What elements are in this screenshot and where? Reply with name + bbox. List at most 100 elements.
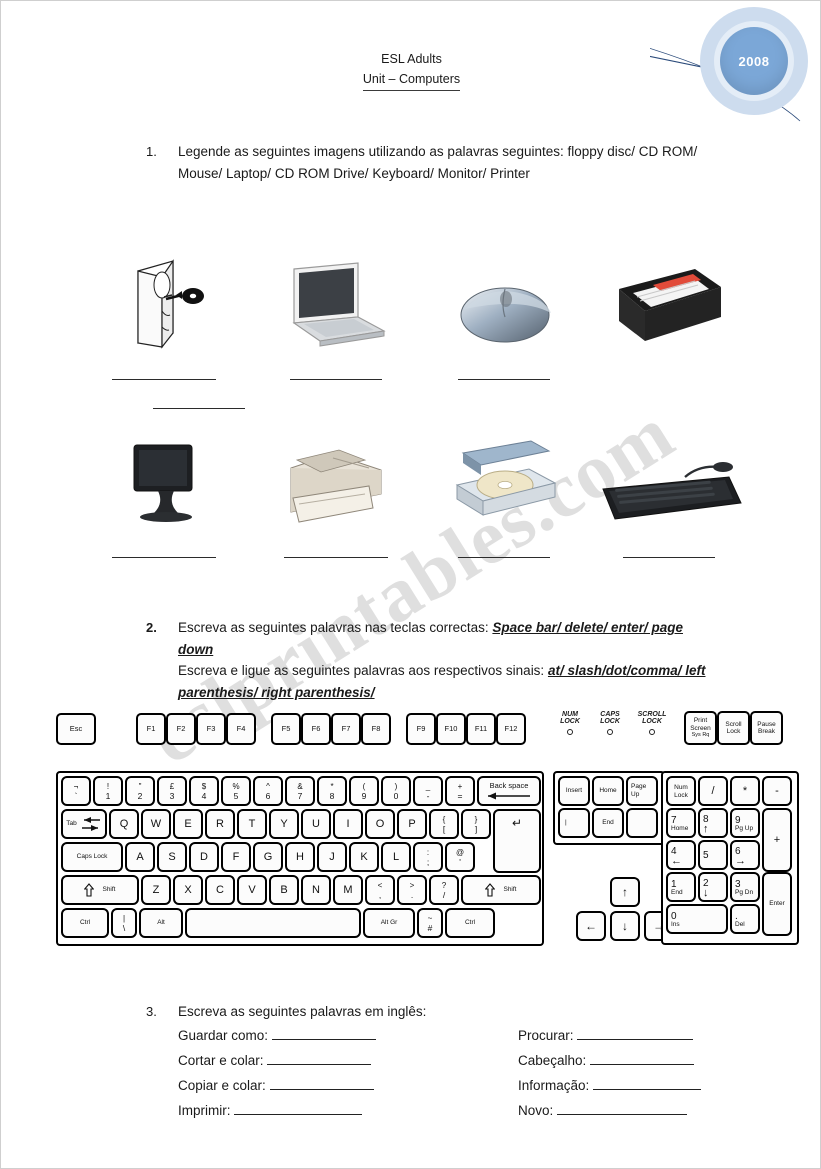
key-v[interactable]: V	[237, 875, 267, 905]
answer-blank[interactable]	[577, 1027, 694, 1040]
key-i[interactable]: I	[333, 809, 363, 839]
key-t[interactable]: T	[237, 809, 267, 839]
key-0[interactable]: ) 0	[381, 776, 411, 806]
key-r[interactable]: R	[205, 809, 235, 839]
key-b[interactable]: B	[269, 875, 299, 905]
key-f4[interactable]: F4	[226, 713, 256, 745]
key-alt-gr[interactable]: Alt Gr	[363, 908, 415, 938]
answer-line[interactable]	[622, 546, 715, 558]
key-comma[interactable]: < ,	[365, 875, 395, 905]
key-home[interactable]: Home	[592, 776, 624, 806]
answer-line[interactable]	[457, 368, 550, 380]
key-k[interactable]: K	[349, 842, 379, 872]
key-o[interactable]: O	[365, 809, 395, 839]
key-f10[interactable]: F10	[436, 713, 466, 745]
key-c[interactable]: C	[205, 875, 235, 905]
key-numpad-5[interactable]: 5	[698, 840, 728, 870]
key-equals[interactable]: + =	[445, 776, 475, 806]
key-6[interactable]: ^ 6	[253, 776, 283, 806]
key-shift-left[interactable]: Shift	[61, 875, 139, 905]
key-hash[interactable]: ~ #	[417, 908, 443, 938]
key-numpad-plus[interactable]: +	[762, 808, 792, 872]
key-f5[interactable]: F5	[271, 713, 301, 745]
key-ctrl-left[interactable]: Ctrl	[61, 908, 109, 938]
key-backtick[interactable]: ¬ `	[61, 776, 91, 806]
key-esc[interactable]: Esc	[56, 713, 96, 745]
answer-blank[interactable]	[271, 1027, 376, 1040]
key-numpad-decimal[interactable]: . Del	[730, 904, 760, 934]
key-d[interactable]: D	[189, 842, 219, 872]
key-x[interactable]: X	[173, 875, 203, 905]
key-page-up[interactable]: Page Up	[626, 776, 658, 806]
key-h[interactable]: H	[285, 842, 315, 872]
key-numpad-2[interactable]: 2 ↓	[698, 872, 728, 902]
key-j[interactable]: J	[317, 842, 347, 872]
answer-blank[interactable]	[234, 1102, 363, 1115]
answer-line[interactable]	[152, 397, 245, 409]
key-semicolon[interactable]: : ;	[413, 842, 443, 872]
key-5[interactable]: % 5	[221, 776, 251, 806]
key-numpad-enter[interactable]: Enter	[762, 872, 792, 936]
key-n[interactable]: N	[301, 875, 331, 905]
key-insert[interactable]: Insert	[558, 776, 590, 806]
answer-blank[interactable]	[269, 1077, 374, 1090]
answer-line[interactable]	[289, 368, 382, 380]
key-pause-break[interactable]: Pause Break	[750, 711, 783, 745]
key-ctrl-right[interactable]: Ctrl	[445, 908, 495, 938]
key-f6[interactable]: F6	[301, 713, 331, 745]
key-q[interactable]: Q	[109, 809, 139, 839]
answer-blank[interactable]	[557, 1102, 688, 1115]
key-f8[interactable]: F8	[361, 713, 391, 745]
key-period[interactable]: > .	[397, 875, 427, 905]
key-y[interactable]: Y	[269, 809, 299, 839]
key-arrow-up[interactable]: ↑	[610, 877, 640, 907]
answer-line[interactable]	[283, 546, 388, 558]
key-numpad-6[interactable]: 6 →	[730, 840, 760, 870]
key-numpad-7[interactable]: 7 Home	[666, 808, 696, 838]
key-2[interactable]: " 2	[125, 776, 155, 806]
key-arrow-down[interactable]: ↓	[610, 911, 640, 941]
answer-line[interactable]	[111, 546, 216, 558]
key-alt-left[interactable]: Alt	[139, 908, 183, 938]
key-minus[interactable]: _ -	[413, 776, 443, 806]
key-print-screen[interactable]: Print Screen Sys Rq	[684, 711, 717, 745]
key-f1[interactable]: F1	[136, 713, 166, 745]
key-4[interactable]: $ 4	[189, 776, 219, 806]
answer-blank[interactable]	[590, 1052, 695, 1065]
key-numpad-divide[interactable]: /	[698, 776, 728, 806]
key-9[interactable]: ( 9	[349, 776, 379, 806]
key-numpad-4[interactable]: 4 ←	[666, 840, 696, 870]
key-a[interactable]: A	[125, 842, 155, 872]
key-f[interactable]: F	[221, 842, 251, 872]
answer-line[interactable]	[457, 546, 550, 558]
key-numpad-minus[interactable]: -	[762, 776, 792, 806]
key-numpad-8[interactable]: 8 ↑	[698, 808, 728, 838]
key-f11[interactable]: F11	[466, 713, 496, 745]
key-f2[interactable]: F2	[166, 713, 196, 745]
key-w[interactable]: W	[141, 809, 171, 839]
key-u[interactable]: U	[301, 809, 331, 839]
key-arrow-left[interactable]: ←	[576, 911, 606, 941]
key-backspace[interactable]: Back space	[477, 776, 541, 806]
key-numpad-9[interactable]: 9 Pg Up	[730, 808, 760, 838]
key-3[interactable]: £ 3	[157, 776, 187, 806]
key-slash[interactable]: ? /	[429, 875, 459, 905]
key-8[interactable]: * 8	[317, 776, 347, 806]
answer-line[interactable]	[111, 368, 216, 380]
key-z[interactable]: Z	[141, 875, 171, 905]
key-numpad-0[interactable]: 0 Ins	[666, 904, 728, 934]
key-numpad-multiply[interactable]: *	[730, 776, 760, 806]
key-delete[interactable]: |	[558, 808, 590, 838]
key-7[interactable]: & 7	[285, 776, 315, 806]
key-bracket-left[interactable]: { [	[429, 809, 459, 839]
key-numpad-3[interactable]: 3 Pg Dn	[730, 872, 760, 902]
key-g[interactable]: G	[253, 842, 283, 872]
key-space[interactable]	[185, 908, 361, 938]
key-l[interactable]: L	[381, 842, 411, 872]
key-bracket-right[interactable]: } ]	[461, 809, 491, 839]
key-shift-right[interactable]: Shift	[461, 875, 541, 905]
key-f3[interactable]: F3	[196, 713, 226, 745]
key-p[interactable]: P	[397, 809, 427, 839]
key-1[interactable]: ! 1	[93, 776, 123, 806]
key-backslash[interactable]: | \	[111, 908, 137, 938]
